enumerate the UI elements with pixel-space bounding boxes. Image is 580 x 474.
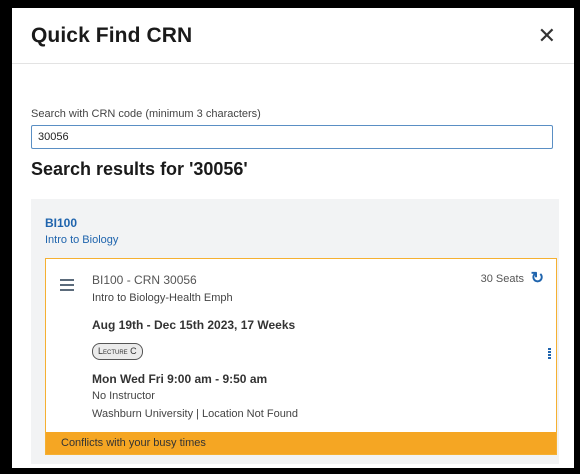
meeting-times: Mon Wed Fri 9:00 am - 9:50 am	[92, 372, 268, 386]
results-panel: BI100 Intro to Biology BI100 - CRN 30056…	[31, 199, 559, 464]
refresh-icon[interactable]: ↻	[531, 268, 544, 288]
results-heading: Search results for '30056'	[31, 159, 248, 179]
hamburger-icon[interactable]	[60, 279, 74, 294]
search-input[interactable]	[31, 125, 553, 149]
instructor: No Instructor	[92, 390, 155, 402]
close-icon[interactable]: ✕	[538, 24, 556, 47]
section-type-badge: Lecture C	[92, 343, 143, 360]
course-code-link[interactable]: BI100	[45, 216, 77, 230]
more-options-icon[interactable]	[548, 348, 551, 360]
quick-find-crn-modal: Quick Find CRN ✕ Search with CRN code (m…	[12, 8, 574, 468]
section-dates: Aug 19th - Dec 15th 2023, 17 Weeks	[92, 318, 296, 332]
location: Washburn University | Location Not Found	[92, 408, 299, 420]
modal-header: Quick Find CRN ✕	[12, 8, 574, 64]
search-area: Search with CRN code (minimum 3 characte…	[12, 108, 574, 149]
search-label: Search with CRN code (minimum 3 characte…	[31, 108, 261, 120]
seats-count: 30 Seats	[480, 273, 524, 285]
section-card[interactable]: BI100 - CRN 30056 Intro to Biology-Healt…	[45, 258, 557, 455]
course-name-link[interactable]: Intro to Biology	[45, 234, 118, 246]
section-subtitle: Intro to Biology-Health Emph	[92, 292, 233, 304]
modal-title: Quick Find CRN	[31, 23, 193, 47]
conflict-warning-bar: Conflicts with your busy times	[46, 432, 556, 454]
section-title: BI100 - CRN 30056	[92, 273, 197, 287]
